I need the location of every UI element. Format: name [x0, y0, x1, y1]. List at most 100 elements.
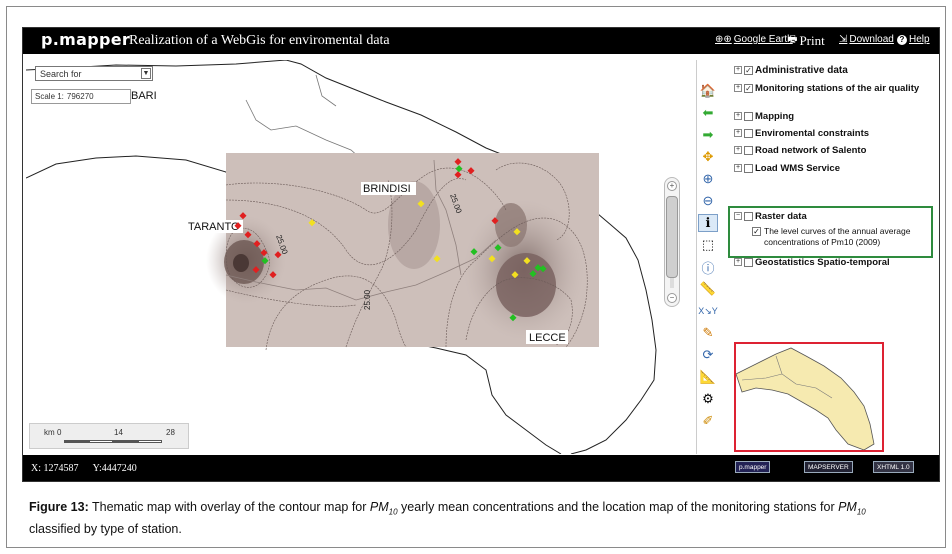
layer-label: Enviromental constraints [755, 128, 870, 139]
layer-label: Mapping [755, 111, 795, 122]
select-icon[interactable]: ⬚ [698, 236, 718, 254]
ruler-icon[interactable]: 📐 [698, 368, 718, 386]
search-select[interactable]: Search for ▼ [35, 66, 153, 81]
zoom-in-tool-icon[interactable]: ⊕ [698, 170, 718, 188]
expand-icon[interactable]: + [734, 66, 742, 74]
pmapper-app: p.mapper Realization of a WebGis for env… [22, 27, 940, 482]
measure-icon[interactable]: 📏 [698, 280, 718, 298]
xhtml-badge[interactable]: XHTML 1.0 [873, 461, 914, 473]
google-earth-label: Google Earth [733, 34, 793, 45]
overview-map-drawing [736, 347, 875, 450]
expand-icon[interactable]: + [734, 164, 742, 172]
status-bar: X: 1274587 Y:4447240 p.mapper MAPSERVER … [23, 455, 939, 481]
layer-checkbox[interactable] [744, 212, 753, 221]
layer-checkbox[interactable] [744, 258, 753, 267]
place-label-taranto: TARANTO [188, 221, 240, 233]
google-earth-icon: ⊕⊕ [715, 34, 732, 45]
scalebar-unit: km [44, 428, 55, 437]
mapserver-badge[interactable]: MAPSERVER [804, 461, 853, 473]
layer-checkbox[interactable] [744, 112, 753, 121]
back-arrow-icon[interactable]: ⬅ [698, 104, 718, 122]
layer-raster-data[interactable]: − Raster data [734, 210, 932, 223]
expand-icon[interactable]: + [734, 84, 742, 92]
chevron-down-icon: ▼ [141, 68, 151, 79]
layers-panel: + ✓ Administrative data + ✓ Monitoring s… [726, 60, 936, 454]
home-icon[interactable]: 🏠 [698, 82, 718, 100]
layer-label: Administrative data [755, 65, 848, 76]
place-label-bari: BARI [131, 90, 157, 102]
layer-label: Road network of Salento [755, 145, 867, 156]
google-earth-link[interactable]: ⊕⊕ Google Earth [715, 34, 793, 45]
scalebar-bar [64, 440, 162, 443]
mapserver-badge-label: MAPSERVER [808, 463, 849, 471]
map-canvas[interactable]: 25.00 25.00 25.00 BARI TARANTO BRINDISI … [26, 60, 697, 454]
layer-checkbox[interactable]: ✓ [744, 84, 753, 93]
layer-administrative-data[interactable]: + ✓ Administrative data [734, 64, 932, 77]
scale-box: Scale 1: [31, 89, 131, 104]
expand-icon[interactable]: + [734, 258, 742, 266]
layer-checkbox[interactable]: ✓ [744, 66, 753, 75]
pmapper-badge-label: p.mapper [739, 463, 767, 471]
layer-checkbox[interactable] [744, 146, 753, 155]
zoom-handle[interactable] [666, 196, 678, 278]
forward-arrow-icon[interactable]: ➡ [698, 126, 718, 144]
zoom-out-icon[interactable]: − [667, 293, 677, 303]
layer-level-curves-pm10[interactable]: ✓ The level curves of the annual average… [752, 226, 927, 248]
collapse-icon[interactable]: − [734, 212, 742, 220]
expand-icon[interactable]: + [734, 112, 742, 120]
layer-checkbox[interactable] [744, 164, 753, 173]
expand-icon[interactable]: + [734, 129, 742, 137]
xhtml-badge-label: XHTML 1.0 [877, 463, 910, 471]
layer-checkbox[interactable]: ✓ [752, 227, 761, 236]
draw-icon[interactable]: ✐ [698, 412, 718, 430]
map-toolbar: 🏠 ⬅ ➡ ✥ ⊕ ⊖ ℹ ⬚ ⓘ 📏 X↘Y ✎ ⟳ 📐 ⚙ ✐ [696, 82, 720, 428]
identify-icon[interactable]: ℹ [698, 214, 718, 232]
layer-label: Raster data [755, 211, 807, 222]
zoom-out-tool-icon[interactable]: ⊖ [698, 192, 718, 210]
scalebar-tick: 28 [166, 428, 175, 437]
place-label-lecce: LECCE [529, 332, 566, 344]
layer-mapping[interactable]: + Mapping [734, 110, 932, 123]
province-border [315, 74, 337, 107]
search-select-value: Search for [40, 68, 82, 79]
layer-geostatistics[interactable]: + Geostatistics Spatio-temporal [734, 256, 932, 269]
help-icon: ? [897, 34, 907, 45]
scalebar: km 0 14 28 [29, 423, 189, 449]
expand-icon[interactable]: + [734, 146, 742, 154]
download-icon: ⇲ [839, 34, 848, 45]
map-drawing: 25.00 25.00 25.00 BARI TARANTO BRINDISI … [26, 60, 657, 454]
pan-icon[interactable]: ✥ [698, 148, 718, 166]
info-icon[interactable]: ⓘ [698, 258, 718, 276]
caption-text-1: Thematic map with overlay of the contour… [88, 500, 370, 514]
zoom-in-icon[interactable]: + [667, 181, 677, 191]
pmapper-badge[interactable]: p.mapper [735, 461, 771, 473]
scale-input[interactable] [66, 92, 121, 101]
coordinates-xy-icon[interactable]: X↘Y [698, 302, 718, 320]
scale-label: Scale 1: [35, 92, 64, 101]
caption-text-3: classified by type of station. [29, 521, 182, 536]
x-coordinate: X: 1274587 [31, 463, 79, 474]
layer-monitoring-stations[interactable]: + ✓ Monitoring stations of the air quali… [734, 82, 932, 95]
help-label: Help [909, 34, 930, 45]
layer-label: Load WMS Service [755, 163, 840, 174]
layer-enviromental-constraints[interactable]: + Enviromental constraints [734, 127, 932, 140]
download-link[interactable]: ⇲ Download [839, 34, 894, 45]
layer-road-network[interactable]: + Road network of Salento [734, 144, 932, 157]
figure-caption: Figure 13: Thematic map with overlay of … [29, 499, 929, 537]
header-bar: p.mapper Realization of a WebGis for env… [23, 28, 939, 54]
help-link[interactable]: ? Help [897, 34, 930, 45]
layer-checkbox[interactable] [744, 129, 753, 138]
tools-icon[interactable]: ⚙ [698, 390, 718, 408]
edit-icon[interactable]: ✎ [698, 324, 718, 342]
contour-label: 25.00 [363, 289, 372, 310]
layer-label: The level curves of the annual average c… [764, 226, 911, 247]
layer-label: Monitoring stations of the air quality [755, 83, 920, 94]
print-link[interactable]: 🖶 Print [788, 32, 825, 49]
caption-prefix: Figure 13: [29, 500, 89, 514]
zoom-slider[interactable]: + − [664, 177, 680, 307]
refresh-icon[interactable]: ⟳ [698, 346, 718, 364]
overview-map[interactable] [734, 342, 884, 452]
place-label-brindisi: BRINDISI [363, 183, 411, 195]
coordinates-readout: X: 1274587 Y:4447240 [31, 463, 149, 474]
layer-load-wms[interactable]: + Load WMS Service [734, 162, 932, 175]
